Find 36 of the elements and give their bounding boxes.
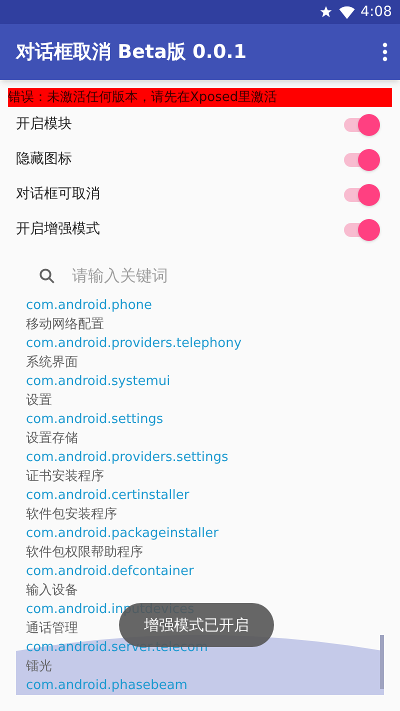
package-name[interactable]: com.android.systemui	[26, 372, 170, 391]
app-name[interactable]: 证书安装程序	[26, 467, 104, 486]
search-icon	[38, 267, 56, 285]
switch-label: 开启增强模式	[16, 220, 100, 239]
app-name[interactable]: 通话管理	[26, 619, 78, 638]
app-name[interactable]: 设置	[26, 391, 52, 410]
app-title: 对话框取消 Beta版 0.0.1	[16, 40, 247, 65]
scrollbar	[380, 635, 384, 689]
package-name[interactable]: com.android.settings	[26, 410, 164, 429]
package-name[interactable]: com.android.providers.settings	[26, 448, 228, 467]
wifi-icon	[338, 6, 355, 18]
search-field[interactable]: 请输入关键词	[72, 264, 322, 288]
toggle-switch[interactable]	[344, 218, 380, 240]
app-name[interactable]: 移动网络配置	[26, 315, 104, 334]
clock: 4:08	[360, 2, 392, 22]
package-name[interactable]: com.android.phone	[26, 296, 152, 315]
app-name[interactable]: 输入设备	[26, 581, 78, 600]
app-name[interactable]: 系统界面	[26, 353, 78, 372]
toggle-switch[interactable]	[344, 114, 380, 136]
app-name[interactable]: 软件包安装程序	[26, 505, 117, 524]
switch-label: 对话框可取消	[16, 185, 100, 204]
toggle-switch[interactable]	[344, 184, 380, 206]
app-name[interactable]: 设置存储	[26, 429, 78, 448]
package-name[interactable]: com.android.providers.telephony	[26, 334, 242, 353]
star-icon	[318, 5, 333, 19]
switch-label: 隐藏图标	[16, 150, 72, 169]
toggle-switch[interactable]	[344, 148, 380, 170]
package-name[interactable]: com.android.certinstaller	[26, 486, 190, 505]
app-name[interactable]: 软件包权限帮助程序	[26, 543, 143, 562]
app-name[interactable]: 镭光	[26, 657, 52, 676]
package-name[interactable]: com.android.defcontainer	[26, 562, 194, 581]
package-name[interactable]: com.android.phasebeam	[26, 676, 188, 695]
more-options-icon[interactable]	[382, 42, 388, 62]
switch-label: 开启模块	[16, 115, 72, 134]
error-banner: 错误：未激活任何版本，请先在Xposed里激活	[8, 88, 392, 107]
package-name[interactable]: com.android.packageinstaller	[26, 524, 218, 543]
